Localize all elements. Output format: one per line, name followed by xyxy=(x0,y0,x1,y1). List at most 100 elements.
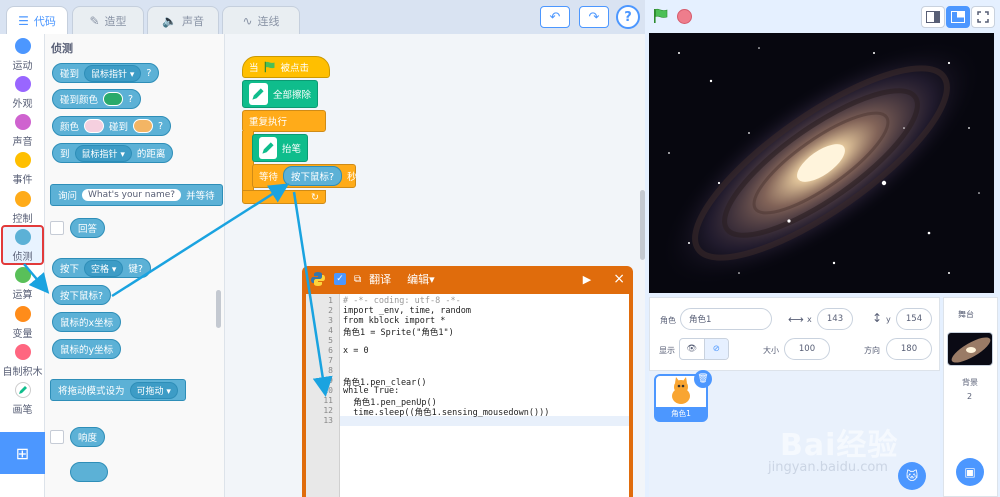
script-wait[interactable]: 等待 按下鼠标? 秒 xyxy=(252,164,357,188)
direction-input[interactable]: 180 xyxy=(886,338,932,360)
block-touching-color[interactable]: 碰到颜色 ? xyxy=(52,89,142,109)
script-pen-clear[interactable]: 全部擦除 xyxy=(242,80,318,108)
line-number-gutter: 1 2 3 4 5 6 7 8 9 10 11 12 13 xyxy=(306,294,340,497)
line-number: 3 xyxy=(328,316,333,325)
close-window-button[interactable]: × xyxy=(613,271,625,287)
variables-dot-icon xyxy=(14,306,31,322)
block-ask-and-wait[interactable]: 询问 What's your name? 并等待 xyxy=(50,184,223,206)
green-flag-icon xyxy=(264,61,275,73)
code-line[interactable]: from kblock import * xyxy=(343,316,445,326)
normal-stage-button[interactable] xyxy=(946,6,970,28)
tab-sounds[interactable]: 🔈 声音 xyxy=(147,6,219,34)
answer-monitor-checkbox[interactable] xyxy=(50,221,64,235)
ask-question-field[interactable]: What's your name? xyxy=(82,189,182,201)
stage-canvas[interactable] xyxy=(649,33,994,293)
link-icon: ∿ xyxy=(242,13,253,28)
y-position-input[interactable]: 154 xyxy=(896,308,932,330)
block-mouse-y[interactable]: 鼠标的y坐标 xyxy=(52,339,122,359)
code-line[interactable]: x = 0 xyxy=(343,346,369,356)
eye-slash-icon[interactable]: ⊘ xyxy=(704,339,728,359)
category-motion[interactable]: 运动 xyxy=(0,38,45,72)
looks-dot-icon xyxy=(14,76,31,92)
tab-code[interactable]: ☰ 代码 xyxy=(6,6,68,34)
block-mouse-down[interactable]: 按下鼠标? xyxy=(52,285,112,305)
color-swatch-green[interactable] xyxy=(103,92,124,106)
touching-dropdown[interactable]: 鼠标指针 ▾ xyxy=(84,64,142,82)
block-set-drag-mode[interactable]: 将拖动模式设为 可拖动 ▾ xyxy=(50,379,186,401)
category-sound[interactable]: 声音 xyxy=(0,114,45,148)
block-mouse-x[interactable]: 鼠标的x坐标 xyxy=(52,312,122,332)
sprite-label: 角色 xyxy=(660,316,676,325)
motion-dot-icon xyxy=(14,38,31,54)
sync-checkbox[interactable]: ✓ xyxy=(334,273,346,285)
fullscreen-button[interactable] xyxy=(971,6,995,28)
block-loudness[interactable]: 响度 xyxy=(70,427,106,447)
x-position-input[interactable]: 143 xyxy=(817,308,853,330)
script-pen-up[interactable]: 抬笔 xyxy=(252,134,308,162)
sensing-dot-icon xyxy=(14,229,31,245)
line-number: 9 xyxy=(328,376,333,385)
eye-icon[interactable]: 👁 xyxy=(680,339,705,359)
delete-sprite-button[interactable]: 🗑 xyxy=(694,370,712,388)
python-code-window: ✓ ⧉ 翻译 编辑▾ ▶ × 1 2 3 4 5 6 7 8 9 10 11 12 13 # -*- c… xyxy=(302,266,633,497)
key-dropdown[interactable]: 空格 ▾ xyxy=(84,259,124,277)
undo-button[interactable]: ↶ xyxy=(540,6,570,28)
small-stage-button[interactable] xyxy=(921,6,945,28)
tab-connect[interactable]: ∿ 连线 xyxy=(222,6,300,34)
category-events[interactable]: 事件 xyxy=(0,152,45,186)
run-icon[interactable]: ▶ xyxy=(583,273,591,286)
y-arrows-icon: ↕ xyxy=(872,311,883,325)
wait-reporter-mouse-down[interactable]: 按下鼠标? xyxy=(283,166,343,186)
backdrop-thumbnail[interactable] xyxy=(947,332,993,366)
stage-panel-title: 舞台 xyxy=(958,310,974,319)
category-variables[interactable]: 变量 xyxy=(0,306,45,340)
category-sensing[interactable]: 侦测 xyxy=(1,225,44,265)
edit-menu[interactable]: 编辑▾ xyxy=(407,271,435,287)
tab-costumes[interactable]: ✎ 造型 xyxy=(72,6,144,34)
script-when-flag-clicked[interactable]: 当 被点击 xyxy=(242,56,330,78)
size-input[interactable]: 100 xyxy=(784,338,830,360)
palette-section-title: 侦测 xyxy=(51,42,73,55)
loudness-monitor-checkbox[interactable] xyxy=(50,430,64,444)
category-control[interactable]: 控制 xyxy=(0,191,45,225)
block-key-pressed[interactable]: 按下 空格 ▾ 键? xyxy=(52,258,151,278)
color-swatch-pink[interactable] xyxy=(84,119,105,133)
speaker-icon: 🔈 xyxy=(162,13,177,28)
small-stage-icon xyxy=(926,11,940,23)
block-partial[interactable] xyxy=(70,462,108,482)
palette-scrollbar[interactable] xyxy=(216,290,221,328)
add-extension-button[interactable]: ⊞ xyxy=(0,432,45,474)
add-sprite-button[interactable]: 🐱 xyxy=(898,462,926,490)
translate-button[interactable]: 翻译 xyxy=(369,271,391,287)
category-looks[interactable]: 外观 xyxy=(0,76,45,110)
help-button[interactable]: ? xyxy=(616,5,640,29)
code-line[interactable]: time.sleep((角色1.sensing_mousedown())) xyxy=(343,406,549,418)
drag-mode-dropdown[interactable]: 可拖动 ▾ xyxy=(129,381,178,399)
distance-dropdown[interactable]: 鼠标指针 ▾ xyxy=(74,144,132,162)
add-backdrop-button[interactable]: ▣ xyxy=(956,458,984,486)
code-line[interactable]: 角色1 = Sprite("角色1") xyxy=(343,326,454,338)
block-color-touching[interactable]: 颜色 碰到 ? xyxy=(52,116,172,136)
sound-dot-icon xyxy=(14,114,31,130)
code-icon: ☰ xyxy=(18,13,29,28)
script-scrollbar[interactable] xyxy=(640,190,645,260)
code-line[interactable]: # -*- coding: utf-8 -*- xyxy=(343,296,461,306)
pen-icon xyxy=(259,137,277,159)
redo-button[interactable]: ↷ xyxy=(579,6,609,28)
stop-button[interactable] xyxy=(677,9,692,24)
category-operators[interactable]: 运算 xyxy=(0,267,45,301)
code-line[interactable]: import _env, time, random xyxy=(343,306,471,316)
green-flag-icon[interactable] xyxy=(653,8,669,24)
sprite-name-input[interactable]: 角色1 xyxy=(680,308,772,330)
python-code-editor[interactable]: 1 2 3 4 5 6 7 8 9 10 11 12 13 # -*- coding: utf-8 -*… xyxy=(306,294,629,497)
block-touching[interactable]: 碰到 鼠标指针 ▾ ? xyxy=(52,63,160,83)
extension-icon: ⊞ xyxy=(15,443,30,463)
category-my-blocks[interactable]: 自制积木 xyxy=(0,344,45,378)
color-swatch-orange[interactable] xyxy=(133,119,154,133)
block-distance-to[interactable]: 到 鼠标指针 ▾ 的距离 xyxy=(52,143,174,163)
code-line[interactable]: while True: xyxy=(343,386,399,396)
script-forever[interactable]: 重复执行 xyxy=(242,110,326,132)
line-number: 1 xyxy=(328,296,333,305)
category-pen[interactable]: 画笔 xyxy=(0,382,45,416)
block-answer[interactable]: 回答 xyxy=(70,218,106,238)
